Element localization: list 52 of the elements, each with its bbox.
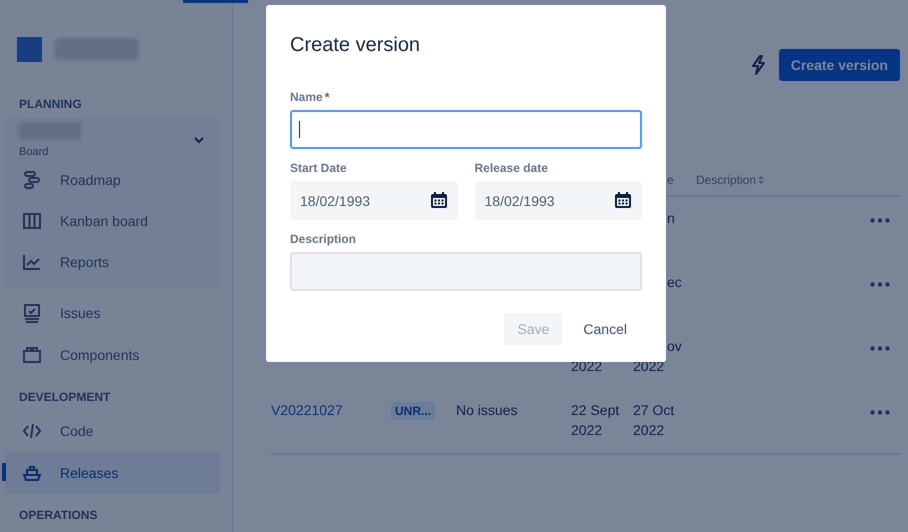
code-icon: [22, 421, 42, 441]
dialog-title: Create version: [290, 34, 422, 57]
date-year: 2022: [571, 422, 602, 438]
board-caption: Board: [19, 146, 50, 158]
date-input-field[interactable]: 18/02/1993: [290, 181, 458, 220]
create-version-button[interactable]: Create version: [778, 49, 900, 81]
date-text: 27 Oct: [633, 402, 674, 418]
date-input-field[interactable]: 18/02/1993: [474, 181, 642, 220]
more-icon[interactable]: [870, 282, 890, 287]
section-heading: DEVELOPMENT: [18, 390, 112, 404]
more-icon[interactable]: [870, 218, 890, 223]
date-text: ec: [667, 274, 682, 290]
columns-icon: [22, 210, 42, 230]
sidebar-item[interactable]: Components: [5, 334, 220, 376]
sidebar-item[interactable]: Code: [5, 410, 220, 452]
chevron-down-icon[interactable]: [194, 137, 204, 144]
column-header: e: [667, 173, 674, 187]
date-text: n: [667, 210, 675, 226]
date-text: ov: [667, 338, 682, 354]
column-header[interactable]: Description: [696, 173, 756, 187]
sidebar-item[interactable]: Kanban board: [5, 200, 220, 241]
more-icon[interactable]: [870, 410, 890, 415]
required-marker: *: [324, 90, 330, 104]
date-text: 22 Sept: [571, 402, 620, 418]
sidebar-item[interactable]: Issues: [5, 292, 220, 334]
field-label: Release date: [474, 161, 548, 175]
calendar-icon[interactable]: [430, 191, 448, 209]
ship-icon: [22, 463, 42, 483]
field-label: Description: [290, 232, 356, 246]
sort-icon[interactable]: [758, 176, 764, 184]
lightning-icon[interactable]: [750, 55, 766, 75]
field-label: Start Date: [290, 161, 347, 175]
component-icon: [22, 345, 42, 365]
active-tab-indicator: [183, 0, 248, 3]
more-icon[interactable]: [870, 346, 890, 351]
version-link[interactable]: V20221027: [271, 402, 343, 418]
date-year: 2022: [633, 422, 664, 438]
roadmap-icon: [22, 170, 42, 190]
section-heading: OPERATIONS: [18, 508, 98, 522]
issues-text: No issues: [456, 402, 518, 418]
name-input-field[interactable]: [290, 110, 642, 149]
cancel-button[interactable]: Cancel: [570, 313, 640, 345]
sidebar-item[interactable]: Releases: [5, 452, 220, 494]
field-label: Name: [290, 90, 323, 104]
project-avatar: [17, 36, 42, 62]
section-heading: PLANNING: [18, 97, 83, 111]
status-lozenge: UNR...: [391, 402, 435, 420]
sidebar-item[interactable]: Reports: [5, 241, 220, 282]
sidebar-item[interactable]: Roadmap: [5, 159, 220, 200]
calendar-icon[interactable]: [614, 191, 632, 209]
description-input-field[interactable]: [290, 252, 642, 291]
monitor-icon: [22, 303, 42, 323]
